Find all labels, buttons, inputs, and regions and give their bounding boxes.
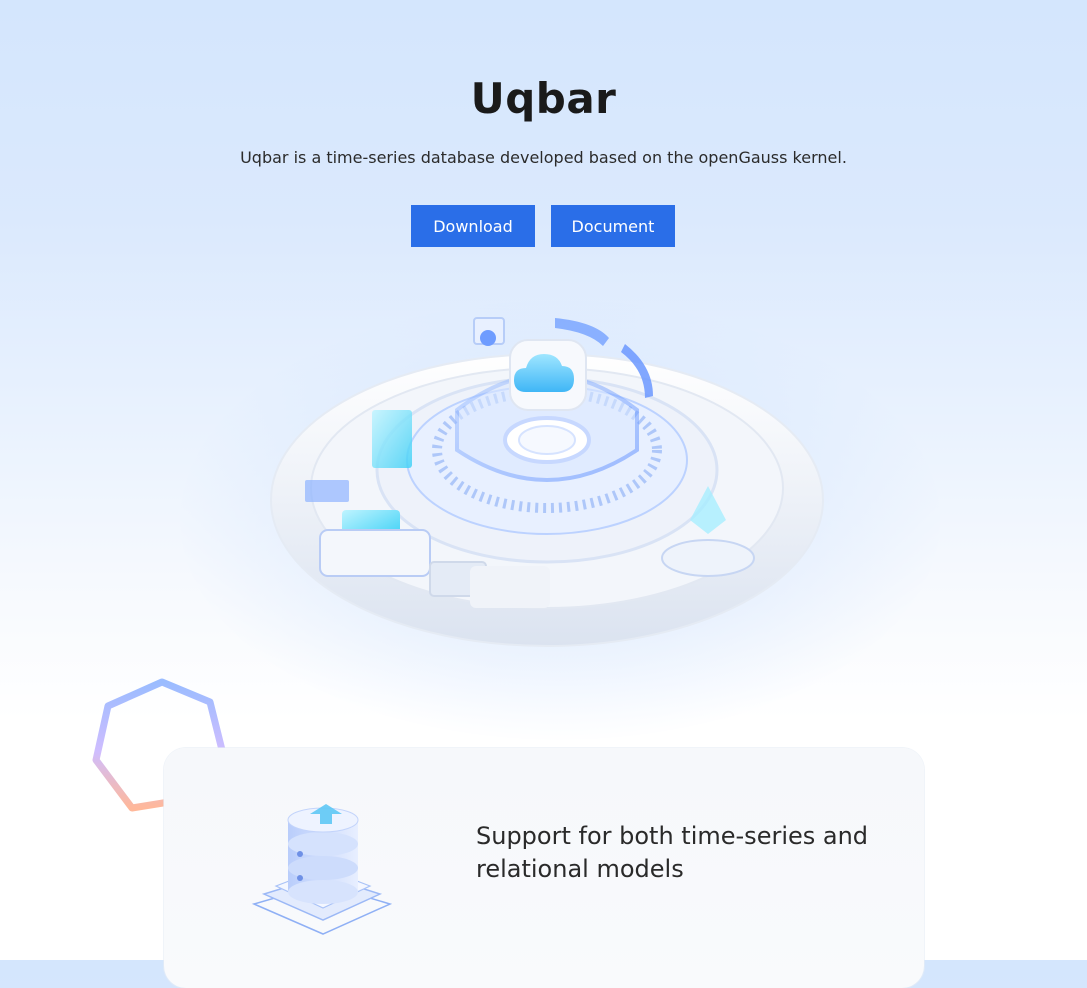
page-title: Uqbar [470,74,617,123]
hero-section: Uqbar Uqbar is a time-series database de… [0,0,1087,260]
cloud-platform-illustration [270,317,824,647]
database-stack-icon [251,804,393,935]
feature-title: Support for both time-series and relatio… [476,822,869,883]
feature-card: Support for both time-series and relatio… [164,748,924,988]
download-button[interactable]: Download [411,205,535,247]
hero-subtitle: Uqbar is a time-series database develope… [240,148,847,167]
document-button[interactable]: Document [551,205,675,247]
hero-actions: Download Document [411,205,675,247]
